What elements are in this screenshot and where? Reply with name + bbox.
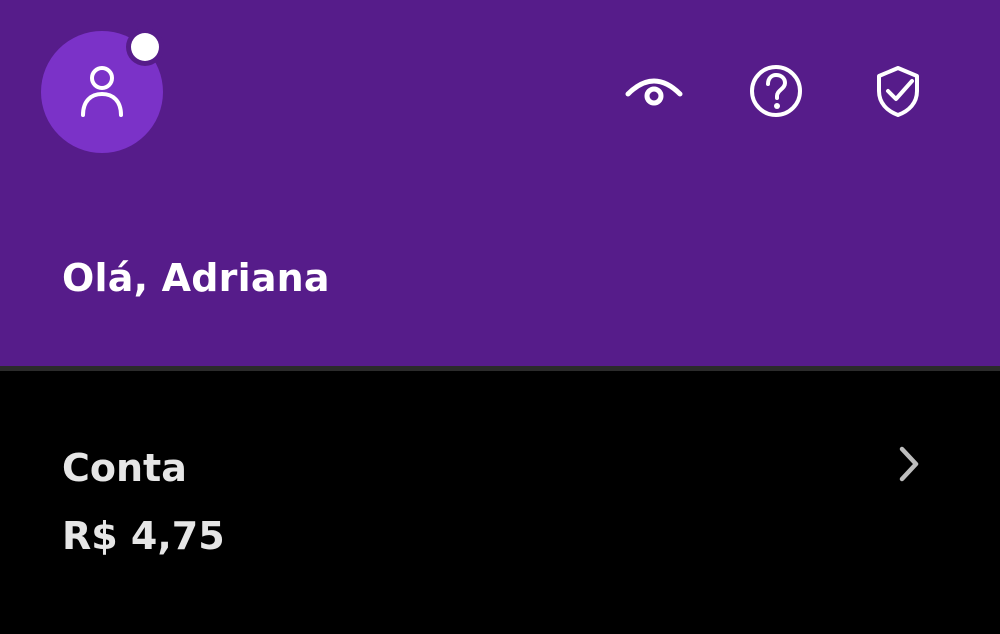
greeting-text: Olá, Adriana [62,256,330,300]
account-title: Conta [62,446,187,490]
notification-badge [126,28,164,66]
security-button[interactable] [866,59,930,123]
chevron-right-icon [899,446,919,482]
header: Olá, Adriana [0,0,1000,366]
eye-icon [625,78,683,106]
toggle-balance-visibility-button[interactable] [622,59,686,123]
shield-check-icon [877,66,919,117]
user-icon [81,66,123,117]
help-icon [750,65,802,117]
account-section-button[interactable] [0,371,1000,634]
account-balance: R$ 4,75 [62,514,225,558]
help-button[interactable] [744,59,808,123]
